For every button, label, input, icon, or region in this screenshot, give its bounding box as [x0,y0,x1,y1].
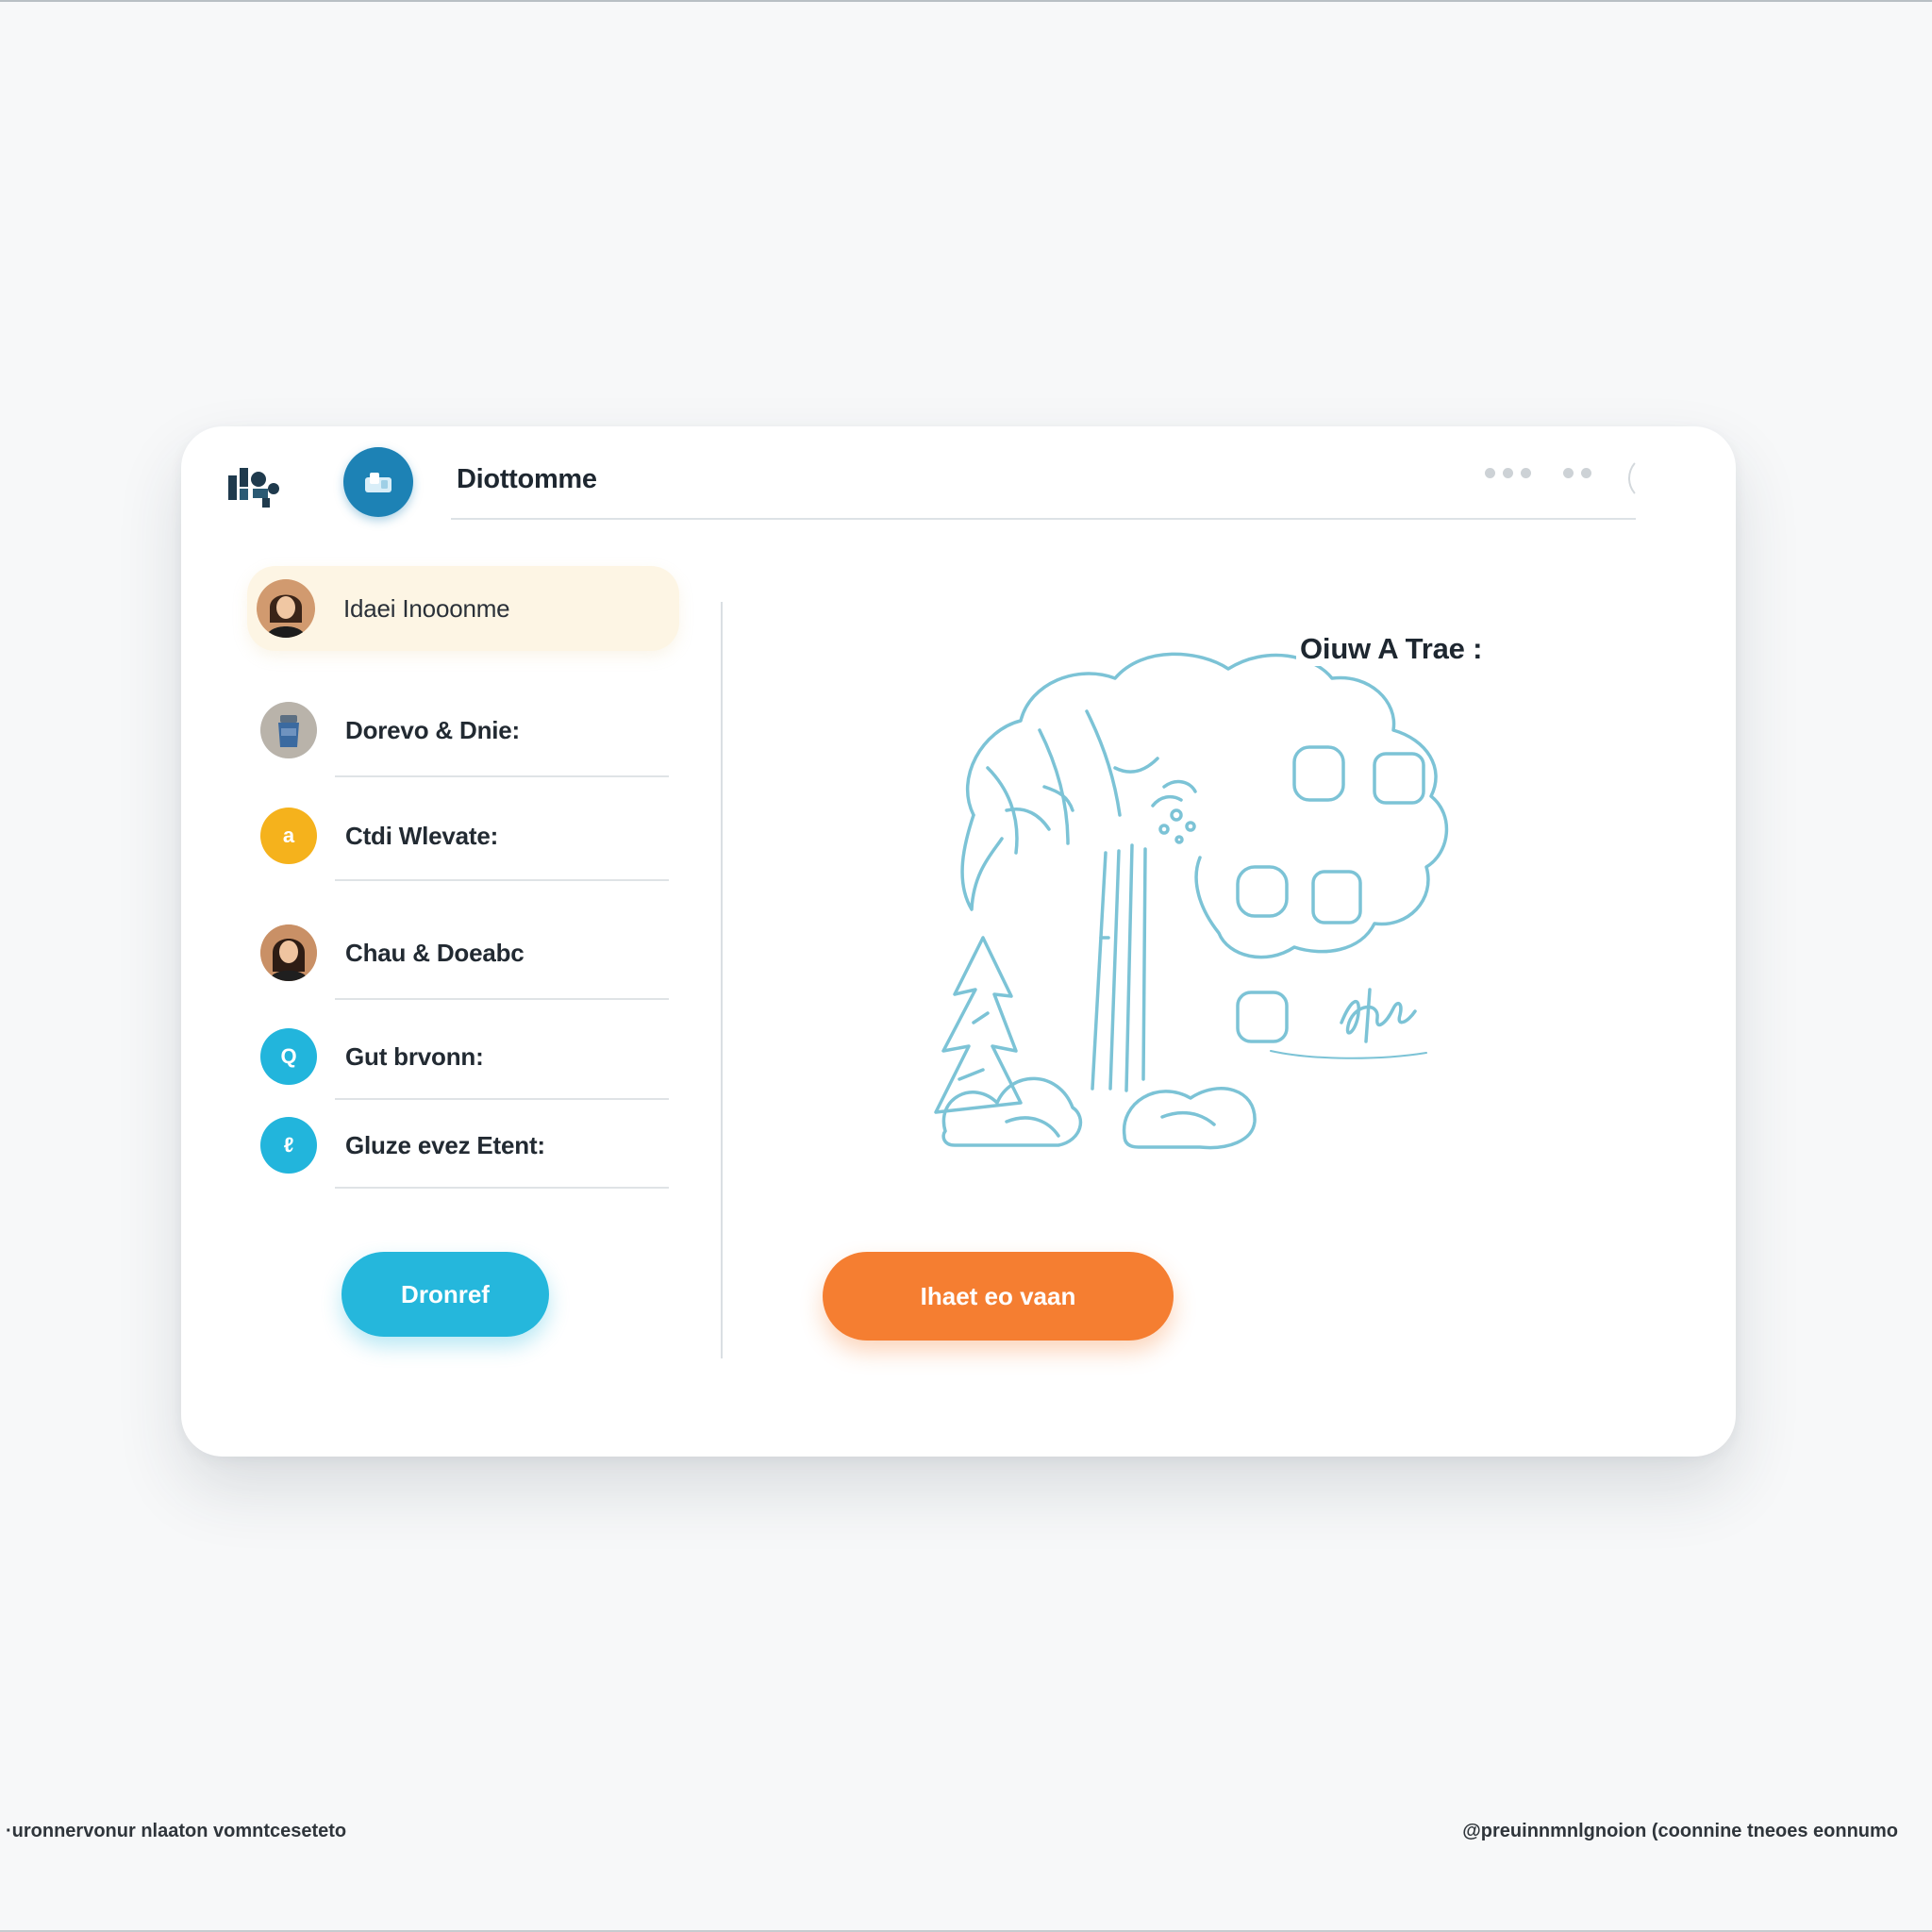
list-item[interactable]: Dorevo & Dnie: [249,691,672,770]
window-control-arc [1628,457,1666,500]
list-item[interactable]: a Ctdi Wlevate: [249,796,672,875]
person-avatar [260,924,317,981]
footer-left-text: ·uronnervonur nlaaton vomntceseteto [6,1821,347,1841]
list-item[interactable]: ℓ Gluze evez Etent: [249,1106,672,1185]
panel-divider [721,602,723,1358]
list-item[interactable]: Chau & Doeabc [249,913,672,992]
list-item-label: Gut brvonn: [345,1041,484,1071]
list-divider [335,998,669,1000]
list-divider [335,879,669,881]
badge-icon: Q [260,1028,317,1085]
app-window: Diottomme Idaei Inooonme Dorevo & Dnie: [181,426,1736,1457]
app-icon[interactable] [343,447,413,517]
bottle-avatar [260,702,317,758]
list-item-label: Gluze evez Etent: [345,1130,545,1159]
brand-logo-icon [228,468,279,508]
list-item-label: Idaei Inooonme [343,593,510,623]
list-divider [335,1098,669,1100]
list-item-label: Chau & Doeabc [345,938,525,967]
header-divider [451,518,1636,520]
secondary-button[interactable]: Ihaet eo vaan [823,1252,1174,1341]
primary-button[interactable]: Dronref [341,1252,549,1337]
badge-icon: a [260,808,317,864]
app-glyph-icon [365,473,391,492]
list-item-active[interactable]: Idaei Inooonme [247,566,679,651]
tree-sketch-illustration [934,652,1449,1150]
footer-right-text: @preuinnmnlgnoion (coonnine tneoes eonnu… [1462,1821,1898,1841]
list-item[interactable]: Q Gut brvonn: [249,1017,672,1096]
list-divider [335,1187,669,1189]
person-avatar [257,579,315,638]
list-item-label: Dorevo & Dnie: [345,715,521,744]
badge-icon: ℓ [260,1117,317,1174]
top-border [0,0,1932,2]
window-dots-icon[interactable] [1485,468,1591,478]
list-item-label: Ctdi Wlevate: [345,821,499,850]
drawing-title: Oiuw A Trae : [1296,632,1487,666]
app-title: Diottomme [457,464,597,494]
list-divider [335,775,669,777]
